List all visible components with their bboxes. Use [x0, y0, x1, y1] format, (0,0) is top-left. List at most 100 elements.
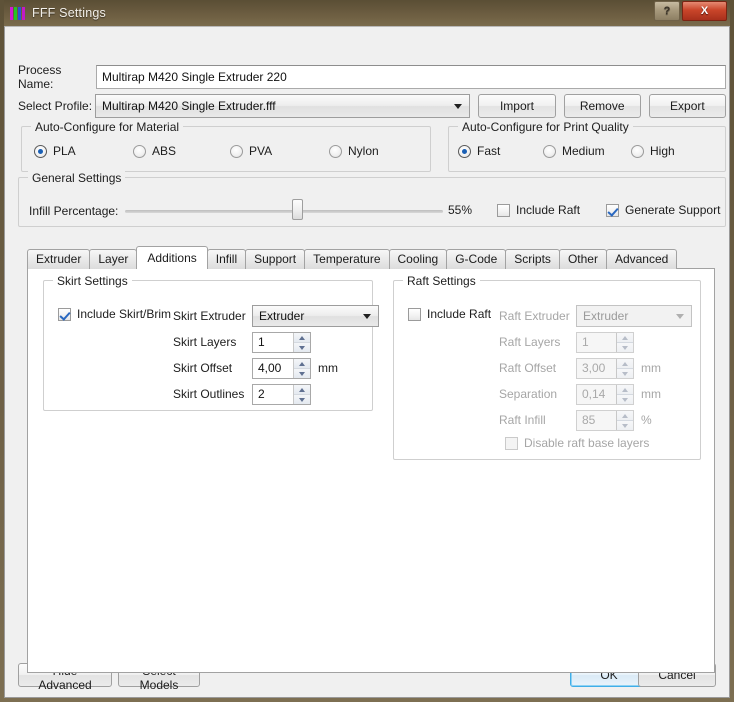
raft-offset-value: 3,00 [582, 361, 606, 375]
checkbox-icon [505, 436, 518, 450]
tab-additions[interactable]: Additions [136, 246, 208, 269]
tab-infill[interactable]: Infill [206, 249, 247, 269]
checkbox-icon [58, 307, 71, 321]
spinner-buttons[interactable] [293, 333, 310, 352]
radio-high[interactable]: High [631, 144, 675, 158]
print-quality-group: Auto-Configure for Print Quality Fast Me… [448, 120, 726, 172]
tab-extruder[interactable]: Extruder [27, 249, 91, 269]
infill-slider-track[interactable] [125, 210, 443, 213]
include-skirt-checkbox[interactable]: Include Skirt/Brim [58, 307, 171, 321]
select-profile-dropdown[interactable]: Multirap M420 Single Extruder.fff [94, 94, 471, 118]
spinner-buttons[interactable] [293, 359, 310, 378]
export-button[interactable]: Export [648, 94, 726, 118]
radio-pva-label: PVA [249, 144, 273, 158]
dialog-body: Process Name: Multirap M420 Single Extru… [4, 26, 730, 698]
checkbox-icon [606, 203, 619, 217]
raft-layers-spinner: 1 [576, 332, 634, 353]
tab-cooling[interactable]: Cooling [388, 249, 448, 269]
spinner-down-icon [617, 421, 633, 430]
skirt-offset-spinner[interactable]: 4,00 [252, 358, 311, 379]
radio-abs[interactable]: ABS [133, 144, 176, 158]
radio-pla[interactable]: PLA [34, 144, 76, 158]
spinner-up-icon[interactable] [294, 333, 310, 343]
radio-fast-label: Fast [477, 144, 501, 158]
spinner-down-icon[interactable] [294, 343, 310, 352]
skirt-extruder-label: Skirt Extruder [173, 309, 246, 323]
close-button[interactable]: X [682, 1, 727, 21]
radio-icon [133, 144, 146, 158]
skirt-layers-spinner[interactable]: 1 [252, 332, 311, 353]
spinner-buttons [616, 333, 633, 352]
skirt-extruder-value: Extruder [259, 309, 305, 323]
tab-temperature[interactable]: Temperature [304, 249, 390, 269]
raft-infill-unit: % [641, 413, 652, 427]
radio-medium-label: Medium [562, 144, 605, 158]
radio-high-label: High [650, 144, 675, 158]
skirt-outlines-spinner[interactable]: 2 [252, 384, 311, 405]
fff-settings-window: FFF Settings ? X Process Name: Multirap … [0, 0, 734, 702]
radio-pla-label: PLA [53, 144, 76, 158]
skirt-outlines-value: 2 [258, 387, 265, 401]
skirt-offset-label: Skirt Offset [173, 361, 233, 375]
include-skirt-label: Include Skirt/Brim [77, 307, 172, 321]
radio-fast[interactable]: Fast [458, 144, 500, 158]
spinner-buttons [616, 385, 633, 404]
include-raft-checkbox[interactable]: Include Raft [408, 307, 491, 321]
include-raft-general-checkbox[interactable]: Include Raft [497, 203, 580, 217]
chevron-down-icon [676, 314, 684, 319]
tab-scripts[interactable]: Scripts [505, 249, 560, 269]
process-name-row: Process Name: Multirap M420 Single Extru… [18, 63, 726, 91]
tab-advanced[interactable]: Advanced [605, 249, 678, 269]
general-settings-group: General Settings [18, 171, 726, 227]
spinner-up-icon [617, 385, 633, 395]
spinner-buttons [616, 359, 633, 378]
raft-layers-value: 1 [582, 335, 589, 349]
disable-raft-base-layers-label: Disable raft base layers [524, 436, 650, 450]
raft-separation-spinner: 0,14 [576, 384, 634, 405]
spinner-up-icon [617, 359, 633, 369]
print-quality-group-caption: Auto-Configure for Print Quality [458, 120, 633, 134]
raft-extruder-dropdown: Extruder [576, 305, 692, 327]
general-settings-caption: General Settings [28, 171, 126, 185]
infill-slider-thumb[interactable] [292, 199, 303, 220]
tab-gcode[interactable]: G-Code [446, 249, 507, 269]
radio-medium[interactable]: Medium [543, 144, 605, 158]
raft-layers-label: Raft Layers [499, 335, 561, 349]
process-name-input[interactable]: Multirap M420 Single Extruder 220 [96, 65, 726, 89]
radio-pva[interactable]: PVA [230, 144, 272, 158]
spinner-down-icon[interactable] [294, 395, 310, 404]
skirt-extruder-dropdown[interactable]: Extruder [252, 305, 379, 327]
process-name-label: Process Name: [18, 63, 62, 91]
settings-tabs: Extruder Layer Additions Infill Support … [27, 246, 678, 269]
help-button[interactable]: ? [654, 1, 680, 21]
include-raft-label: Include Raft [427, 307, 492, 321]
spinner-down-icon[interactable] [294, 369, 310, 378]
spinner-down-icon [617, 395, 633, 404]
spinner-buttons[interactable] [293, 385, 310, 404]
tab-other[interactable]: Other [558, 249, 607, 269]
remove-button[interactable]: Remove [563, 94, 641, 118]
skirt-outlines-label: Skirt Outlines [173, 387, 245, 401]
spinner-down-icon [617, 369, 633, 378]
spinner-up-icon[interactable] [294, 359, 310, 369]
radio-icon [543, 144, 556, 158]
radio-nylon-label: Nylon [348, 144, 379, 158]
raft-infill-label: Raft Infill [499, 413, 546, 427]
radio-icon [631, 144, 644, 158]
chevron-down-icon [454, 104, 463, 109]
spinner-up-icon [617, 411, 633, 421]
import-button[interactable]: Import [478, 94, 556, 118]
tab-layer[interactable]: Layer [89, 249, 138, 269]
raft-separation-label: Separation [499, 387, 558, 401]
infill-percentage-label: Infill Percentage: [29, 204, 119, 218]
radio-nylon[interactable]: Nylon [329, 144, 379, 158]
generate-support-checkbox[interactable]: Generate Support [606, 203, 720, 217]
disable-raft-base-layers-checkbox: Disable raft base layers [505, 436, 649, 450]
tab-support[interactable]: Support [245, 249, 306, 269]
spinner-up-icon[interactable] [294, 385, 310, 395]
title-bar[interactable]: FFF Settings ? X [4, 0, 730, 26]
window-controls: ? X [654, 1, 727, 21]
radio-icon [34, 144, 47, 158]
radio-icon [230, 144, 243, 158]
material-group: Auto-Configure for Material PLA ABS PVA … [21, 120, 431, 172]
